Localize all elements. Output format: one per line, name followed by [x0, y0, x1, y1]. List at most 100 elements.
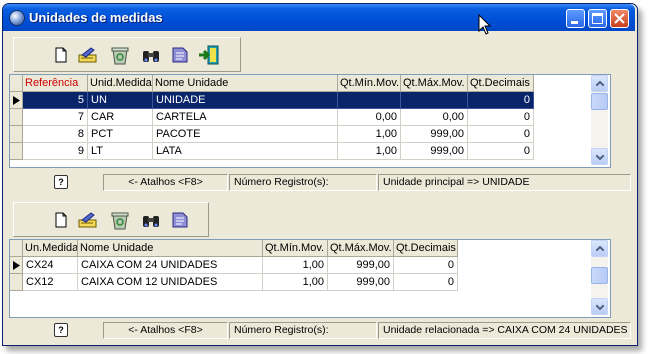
- cell-referencia[interactable]: 8: [23, 126, 88, 143]
- cell-un-medida[interactable]: CX24: [23, 257, 78, 274]
- bottom-grid-scrollbar[interactable]: [591, 240, 608, 315]
- scroll-thumb[interactable]: [591, 267, 608, 284]
- top-status-bar: ? <- Atalhos <F8> Número Registro(s): Un…: [9, 172, 633, 193]
- title-bar[interactable]: Unidades de medidas: [3, 4, 635, 31]
- cell-qt-max[interactable]: 999,00: [401, 143, 468, 160]
- header-qt-max[interactable]: Qt.Máx.Mov.: [328, 240, 394, 257]
- header-indicator: [10, 75, 23, 92]
- bottom-grid[interactable]: Un.Medida Nome Unidade Qt.Mín.Mov. Qt.Má…: [9, 239, 611, 318]
- mouse-cursor-icon: [478, 14, 492, 35]
- shortcuts-label[interactable]: <- Atalhos <F8>: [103, 174, 228, 191]
- help-icon: ?: [58, 177, 64, 187]
- cell-qt-max[interactable]: 999,00: [328, 274, 394, 291]
- cell-qt-min[interactable]: 1,00: [263, 257, 328, 274]
- chevron-down-icon: [596, 155, 604, 160]
- header-qt-decimais[interactable]: Qt.Decimais: [394, 240, 458, 257]
- header-nome-unidade[interactable]: Nome Unidade: [78, 240, 263, 257]
- chevron-up-icon: [596, 81, 604, 86]
- cell-qt-min[interactable]: 1,00: [338, 126, 401, 143]
- current-row-icon: [13, 96, 20, 105]
- close-button[interactable]: [610, 9, 629, 28]
- row-indicator[interactable]: [10, 274, 23, 291]
- scroll-thumb[interactable]: [591, 93, 608, 110]
- cell-nome-unidade[interactable]: LATA: [153, 143, 338, 160]
- chevron-up-icon: [596, 246, 604, 251]
- cell-qt-decimais[interactable]: 0: [394, 257, 458, 274]
- cell-qt-min[interactable]: 1,00: [263, 274, 328, 291]
- cell-nome-unidade[interactable]: CAIXA COM 12 UNIDADES: [78, 274, 263, 291]
- cell-qt-min[interactable]: [338, 92, 401, 109]
- minimize-button[interactable]: [566, 9, 585, 28]
- cell-referencia[interactable]: 9: [23, 143, 88, 160]
- row-indicator[interactable]: [10, 109, 23, 126]
- cell-referencia[interactable]: 5: [23, 92, 88, 109]
- chevron-down-icon: [596, 305, 604, 310]
- new-document-icon[interactable]: [53, 47, 69, 63]
- cell-nome-unidade[interactable]: CAIXA COM 24 UNIDADES: [78, 257, 263, 274]
- cell-qt-max[interactable]: 999,00: [328, 257, 394, 274]
- related-unit-info: Unidade relacionada => CAIXA COM 24 UNID…: [378, 322, 631, 339]
- cell-qt-decimais[interactable]: 0: [468, 143, 534, 160]
- close-icon: [614, 13, 625, 24]
- header-un-medida[interactable]: Un.Medida: [23, 240, 78, 257]
- header-qt-decimais[interactable]: Qt.Decimais: [468, 75, 534, 92]
- header-referencia[interactable]: Referência: [23, 75, 88, 92]
- header-unid-medida[interactable]: Unid.Medida: [88, 75, 153, 92]
- main-toolbar: [13, 37, 241, 72]
- row-indicator[interactable]: [10, 143, 23, 160]
- binoculars-icon[interactable]: [141, 48, 161, 64]
- scroll-down-button[interactable]: [591, 148, 608, 165]
- record-count-label: Número Registro(s):: [229, 322, 377, 339]
- binoculars-icon[interactable]: [141, 213, 161, 229]
- exit-icon[interactable]: [198, 45, 220, 65]
- header-qt-min[interactable]: Qt.Mín.Mov.: [338, 75, 401, 92]
- help-button[interactable]: ?: [54, 175, 68, 189]
- new-document-icon[interactable]: [53, 212, 69, 228]
- top-grid[interactable]: Referência Unid.Medida Nome Unidade Qt.M…: [9, 74, 611, 168]
- cell-qt-decimais[interactable]: 0: [468, 109, 534, 126]
- cell-unid-medida[interactable]: CAR: [88, 109, 153, 126]
- scroll-up-button[interactable]: [591, 240, 608, 257]
- recycle-bin-icon[interactable]: [110, 211, 130, 230]
- cell-qt-decimais[interactable]: 0: [468, 126, 534, 143]
- cell-qt-max[interactable]: 999,00: [401, 126, 468, 143]
- header-qt-max[interactable]: Qt.Máx.Mov.: [401, 75, 468, 92]
- cell-nome-unidade[interactable]: PACOTE: [153, 126, 338, 143]
- minimize-icon: [571, 21, 578, 24]
- header-qt-min[interactable]: Qt.Mín.Mov.: [263, 240, 328, 257]
- cell-referencia[interactable]: 7: [23, 109, 88, 126]
- scroll-up-button[interactable]: [591, 75, 608, 92]
- top-grid-scrollbar[interactable]: [591, 75, 608, 165]
- cell-qt-min[interactable]: 1,00: [338, 143, 401, 160]
- help-button[interactable]: ?: [54, 323, 68, 337]
- shortcuts-label[interactable]: <- Atalhos <F8>: [103, 322, 228, 339]
- cell-qt-decimais[interactable]: 0: [394, 274, 458, 291]
- row-indicator[interactable]: [10, 92, 23, 109]
- print-icon[interactable]: [170, 46, 190, 64]
- edit-icon[interactable]: [77, 47, 99, 63]
- app-icon[interactable]: [9, 10, 25, 26]
- bottom-status-bar: ? <- Atalhos <F8> Número Registro(s): Un…: [9, 320, 633, 341]
- cell-qt-decimais[interactable]: 0: [468, 92, 534, 109]
- header-nome-unidade[interactable]: Nome Unidade: [153, 75, 338, 92]
- help-icon: ?: [58, 325, 64, 335]
- edit-icon[interactable]: [77, 212, 99, 228]
- cell-unid-medida[interactable]: PCT: [88, 126, 153, 143]
- window-title: Unidades de medidas: [29, 10, 163, 25]
- row-indicator[interactable]: [10, 126, 23, 143]
- print-icon[interactable]: [170, 211, 190, 229]
- cell-unid-medida[interactable]: UN: [88, 92, 153, 109]
- maximize-button[interactable]: [588, 9, 607, 28]
- header-indicator: [10, 240, 23, 257]
- recycle-bin-icon[interactable]: [110, 46, 130, 65]
- cell-nome-unidade[interactable]: UNIDADE: [153, 92, 338, 109]
- cell-unid-medida[interactable]: LT: [88, 143, 153, 160]
- cell-qt-max[interactable]: [401, 92, 468, 109]
- cell-nome-unidade[interactable]: CARTELA: [153, 109, 338, 126]
- cell-qt-max[interactable]: 0,00: [401, 109, 468, 126]
- scroll-down-button[interactable]: [591, 298, 608, 315]
- row-indicator[interactable]: [10, 257, 23, 274]
- record-count-label: Número Registro(s):: [229, 174, 377, 191]
- cell-un-medida[interactable]: CX12: [23, 274, 78, 291]
- cell-qt-min[interactable]: 0,00: [338, 109, 401, 126]
